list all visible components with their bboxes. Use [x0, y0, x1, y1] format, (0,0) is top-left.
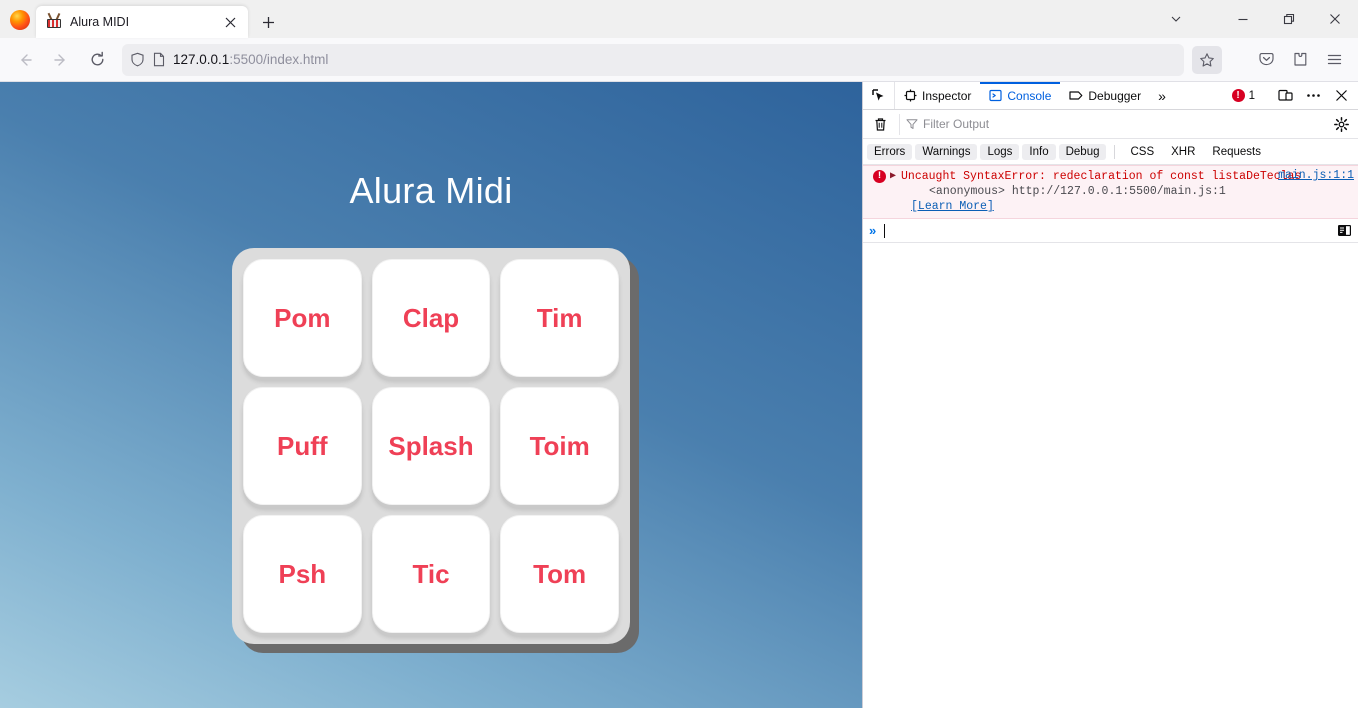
- midi-key[interactable]: Pom: [243, 259, 362, 377]
- filter-funnel-icon: [906, 118, 918, 130]
- midi-key[interactable]: Tom: [500, 515, 619, 633]
- trash-clear-icon[interactable]: [867, 111, 893, 137]
- midi-keyboard-panel: Pom Clap Tim Puff Splash Toim Psh Tic To…: [232, 248, 630, 644]
- star-icon[interactable]: [1192, 45, 1222, 74]
- web-page-viewport: Alura Midi Pom Clap Tim Puff Splash Toim…: [0, 82, 862, 708]
- url-text: 127.0.0.1:5500/index.html: [173, 52, 329, 67]
- chip-errors[interactable]: Errors: [867, 143, 913, 160]
- hamburger-menu-icon[interactable]: [1318, 44, 1350, 76]
- chip-css[interactable]: CSS: [1123, 144, 1161, 160]
- chip-xhr[interactable]: XHR: [1164, 144, 1202, 160]
- chip-info[interactable]: Info: [1022, 143, 1056, 160]
- chip-logs[interactable]: Logs: [980, 143, 1020, 160]
- tab-debugger[interactable]: Debugger: [1060, 82, 1150, 109]
- extensions-puzzle-icon[interactable]: [1284, 44, 1316, 76]
- firefox-logo-icon: [10, 10, 30, 30]
- learn-more-link-wrap: [Learn More]: [901, 199, 1352, 214]
- expand-arrow-icon[interactable]: ▶: [890, 169, 896, 214]
- console-error-message[interactable]: ! ▶ Uncaught SyntaxError: redeclaration …: [863, 165, 1358, 219]
- midi-key[interactable]: Psh: [243, 515, 362, 633]
- inspector-icon: [904, 89, 917, 102]
- console-output: ! ▶ Uncaught SyntaxError: redeclaration …: [863, 165, 1358, 708]
- midi-key[interactable]: Clap: [371, 259, 491, 377]
- midi-key[interactable]: Toim: [500, 387, 619, 505]
- tab-inspector[interactable]: Inspector: [895, 82, 980, 109]
- console-icon: [989, 89, 1002, 102]
- error-stack-frame: <anonymous> http://127.0.0.1:5500/main.j…: [929, 185, 1226, 198]
- minimize-icon[interactable]: [1220, 2, 1266, 36]
- tab-title: Alura MIDI: [70, 15, 130, 29]
- devtools-toolbar-right: ! 1: [1226, 82, 1358, 109]
- close-icon[interactable]: [1312, 2, 1358, 36]
- shield-icon: [130, 52, 145, 67]
- page-title: Alura Midi: [349, 170, 513, 211]
- console-filter-chips: Errors Warnings Logs Info Debug CSS XHR …: [863, 139, 1358, 165]
- title-bar: Alura MIDI: [0, 0, 1358, 38]
- more-tabs-chevron-icon[interactable]: »: [1150, 82, 1174, 109]
- content-area: Alura Midi Pom Clap Tim Puff Splash Toim…: [0, 82, 1358, 708]
- navigation-toolbar: 127.0.0.1:5500/index.html: [0, 38, 1358, 82]
- address-bar[interactable]: 127.0.0.1:5500/index.html: [122, 43, 1184, 76]
- forward-arrow-icon[interactable]: [44, 44, 78, 76]
- midi-key[interactable]: Tic: [371, 515, 491, 633]
- learn-more-link[interactable]: [Learn More]: [911, 200, 994, 213]
- midi-key[interactable]: Puff: [243, 387, 362, 505]
- error-badge-icon: !: [1231, 89, 1245, 102]
- new-tab-button[interactable]: [256, 10, 280, 34]
- devtools-toolbar: Inspector Console Debugger » ! 1: [863, 82, 1358, 110]
- chip-debug[interactable]: Debug: [1058, 143, 1107, 160]
- page-document-icon: [152, 52, 166, 67]
- maximize-icon[interactable]: [1266, 2, 1312, 36]
- tab-console-label: Console: [1007, 88, 1052, 103]
- chip-divider: [1114, 144, 1116, 159]
- close-devtools-icon[interactable]: [1328, 83, 1354, 109]
- midi-key[interactable]: Splash: [371, 387, 491, 505]
- tab-close-icon[interactable]: [218, 10, 242, 34]
- element-picker-icon[interactable]: [863, 82, 895, 109]
- console-prompt-icon: »: [869, 223, 877, 238]
- text-caret: [884, 223, 886, 238]
- error-source-link[interactable]: main.js:1:1: [1278, 169, 1354, 182]
- filter-placeholder: Filter Output: [923, 117, 990, 131]
- midi-key[interactable]: Tim: [500, 259, 619, 377]
- console-input-row[interactable]: »: [863, 219, 1358, 243]
- drum-icon: [46, 13, 62, 30]
- error-count-label: 1: [1248, 89, 1255, 102]
- tab-console[interactable]: Console: [980, 82, 1060, 109]
- split-console-editor-icon[interactable]: [1335, 221, 1354, 240]
- chip-requests[interactable]: Requests: [1205, 144, 1268, 160]
- back-arrow-icon[interactable]: [8, 44, 42, 76]
- devtools-panel: Inspector Console Debugger » ! 1 Filter …: [862, 82, 1358, 708]
- reload-icon[interactable]: [80, 44, 114, 76]
- more-options-icon[interactable]: [1300, 83, 1326, 109]
- chip-warnings[interactable]: Warnings: [915, 143, 978, 160]
- tab-list-chevron-icon[interactable]: [1156, 2, 1196, 36]
- error-count-badge[interactable]: ! 1: [1226, 89, 1261, 102]
- browser-window: Alura MIDI 127.0.0.1:5500/index.html Alu…: [0, 0, 1358, 708]
- tab-inspector-label: Inspector: [922, 88, 972, 103]
- window-controls: [1156, 0, 1358, 38]
- responsive-design-mode-icon[interactable]: [1272, 83, 1298, 109]
- console-filter-bar: Filter Output: [863, 110, 1358, 139]
- browser-tab[interactable]: Alura MIDI: [36, 6, 248, 38]
- error-badge-icon: !: [873, 170, 886, 183]
- debugger-icon: [1069, 89, 1083, 102]
- gear-icon[interactable]: [1328, 116, 1354, 132]
- pocket-save-icon[interactable]: [1250, 44, 1282, 76]
- tab-debugger-label: Debugger: [1088, 88, 1142, 103]
- filter-input[interactable]: Filter Output: [899, 113, 1326, 135]
